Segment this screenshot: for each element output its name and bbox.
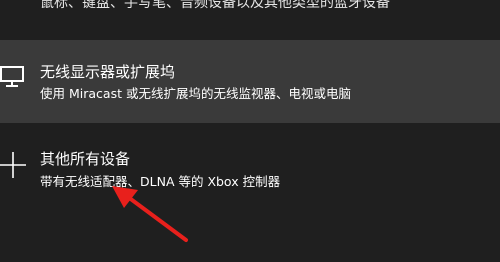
monitor-icon	[0, 66, 24, 87]
bluetooth-option-description: 鼠标、键盘、手写笔、音频设备以及其他类型的蓝牙设备	[40, 0, 390, 11]
bluetooth-option-partial[interactable]: 鼠标、键盘、手写笔、音频设备以及其他类型的蓝牙设备	[0, 0, 500, 40]
wireless-display-description: 使用 Miracast 或无线扩展坞的无线监视器、电视或电脑	[40, 86, 351, 101]
wireless-display-title: 无线显示器或扩展坞	[40, 63, 176, 81]
plus-icon	[0, 152, 26, 178]
other-devices-description: 带有无线适配器、DLNA 等的 Xbox 控制器	[40, 174, 281, 189]
other-devices-option[interactable]: 其他所有设备 带有无线适配器、DLNA 等的 Xbox 控制器	[0, 128, 500, 262]
other-devices-title: 其他所有设备	[40, 150, 131, 168]
wireless-display-option[interactable]: 无线显示器或扩展坞 使用 Miracast 或无线扩展坞的无线监视器、电视或电脑	[0, 40, 500, 123]
